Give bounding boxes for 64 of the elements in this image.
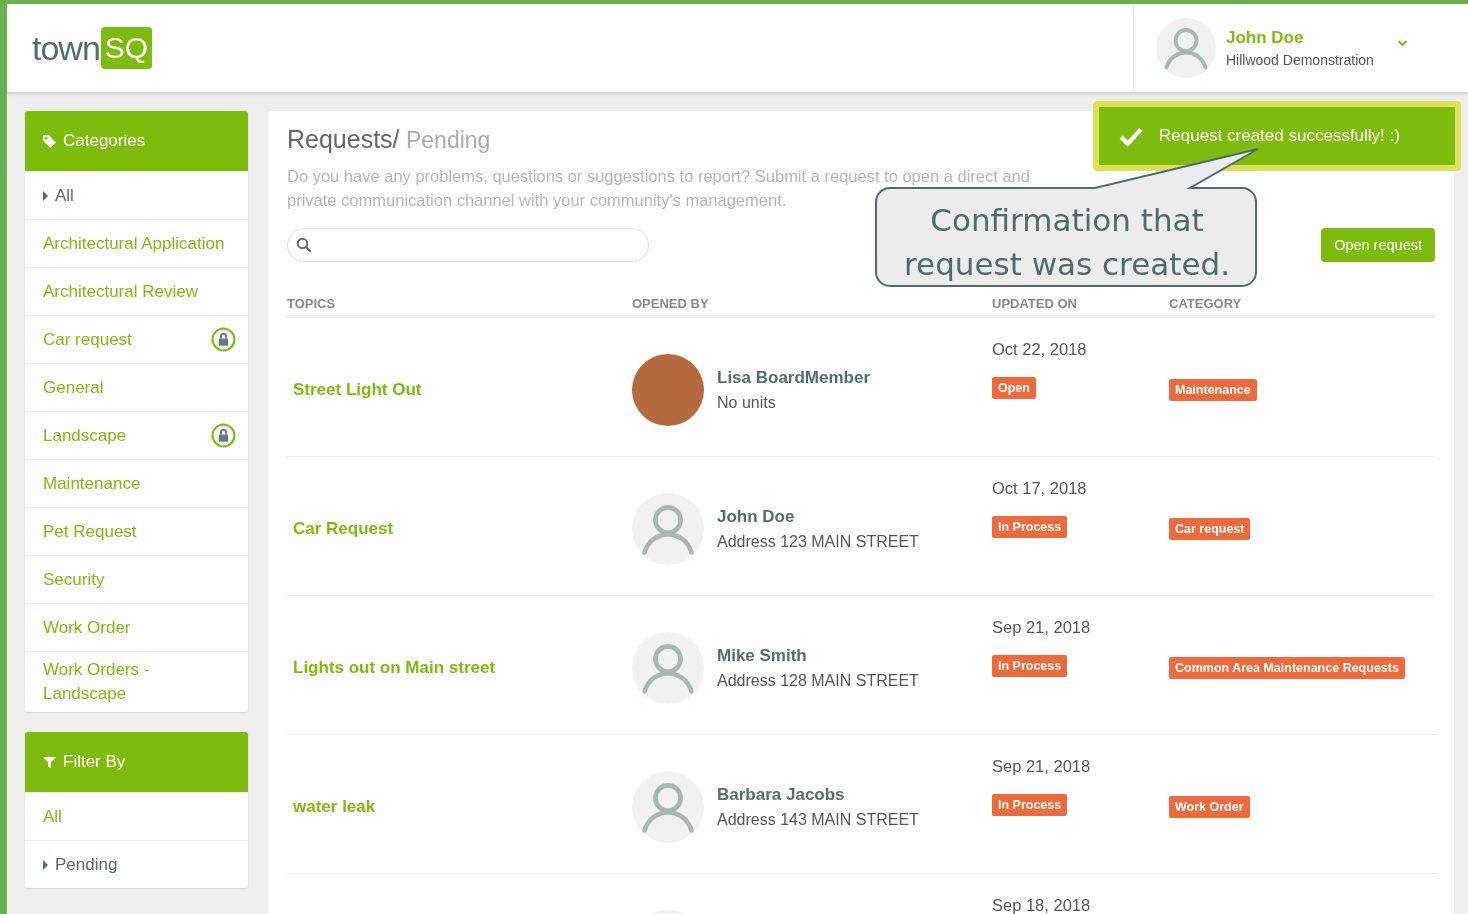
opener-name: Mike Smith xyxy=(717,646,808,666)
updated-date: Sep 21, 2018 xyxy=(992,618,1092,637)
column-header: UPDATED ON xyxy=(992,296,1078,311)
sidebar-item[interactable]: All xyxy=(25,171,248,219)
status-badge: In Process xyxy=(992,516,1068,538)
category-badge: Work Order xyxy=(1169,796,1250,818)
column-header: OPENED BY xyxy=(632,296,710,311)
opener-address: No units xyxy=(717,394,777,412)
user-avatar-icon xyxy=(1156,18,1216,78)
sidebar-item[interactable]: All xyxy=(25,792,248,840)
user-avatar-icon xyxy=(632,632,704,704)
opener-name: Lisa BoardMember xyxy=(717,368,871,388)
app-logo: town SQ xyxy=(32,27,153,69)
search-icon xyxy=(296,237,312,253)
category-badge: Car request xyxy=(1169,518,1251,540)
updated-date: Oct 22, 2018 xyxy=(992,340,1088,359)
opener-address: Address 143 MAIN STREET xyxy=(717,811,919,829)
status-badge: In Process xyxy=(992,794,1068,816)
sidebar-item[interactable]: Work Order xyxy=(25,603,248,651)
caret-icon xyxy=(43,190,48,201)
toast-message: Request created successfully! :) xyxy=(1159,126,1400,146)
chevron-down-icon xyxy=(1395,38,1409,48)
updated-date: Oct 17, 2018 xyxy=(992,479,1088,498)
topic-link[interactable]: Car Request xyxy=(287,519,394,538)
opener-name: John Doe xyxy=(717,507,796,527)
category-badge: Common Area Maintenance Requests xyxy=(1169,657,1405,679)
opener-name: Barbara Jacobs xyxy=(717,785,846,805)
tag-icon xyxy=(42,133,57,149)
user-name: John Doe xyxy=(1226,28,1305,48)
panel-title: Categories xyxy=(63,131,146,151)
sidebar-item[interactable]: Landscape xyxy=(25,411,248,459)
sidebar-item[interactable]: Car request xyxy=(25,315,248,363)
category-badge: Maintenance xyxy=(1169,379,1257,401)
user-avatar-icon xyxy=(632,493,704,565)
panel-title: Filter By xyxy=(63,752,126,772)
opener-address: Address 123 MAIN STREET xyxy=(717,533,919,551)
filter-icon xyxy=(42,754,57,770)
status-badge: Open xyxy=(992,377,1036,399)
opener-address: Address 128 MAIN STREET xyxy=(717,672,919,690)
topic-link[interactable]: water leak xyxy=(287,797,376,816)
sidebar-item[interactable]: Security xyxy=(25,555,248,603)
community-name: Hillwood Demonstration xyxy=(1226,52,1374,68)
open-request-button[interactable]: Open request xyxy=(1321,228,1435,262)
sidebar-item[interactable]: Architectural Review xyxy=(25,267,248,315)
page-title: Requests/ xyxy=(287,125,400,153)
search-field[interactable] xyxy=(287,228,649,262)
status-badge: In Process xyxy=(992,655,1068,677)
page-subtitle: Pending xyxy=(404,127,491,153)
column-header: CATEGORY xyxy=(1169,296,1243,311)
updated-date: Sep 18, 2018 xyxy=(992,896,1092,914)
sidebar-item[interactable]: Architectural Application xyxy=(25,219,248,267)
sidebar-item[interactable]: Pending xyxy=(25,840,248,888)
caret-icon xyxy=(43,859,48,870)
column-header: TOPICS xyxy=(287,296,337,311)
updated-date: Sep 21, 2018 xyxy=(992,757,1092,776)
user-menu[interactable]: John Doe Hillwood Demonstration xyxy=(1133,4,1468,92)
sidebar-item[interactable]: Work Orders - Landscape xyxy=(25,651,248,712)
user-avatar-icon xyxy=(632,771,704,843)
topic-link[interactable]: Street Light Out xyxy=(287,380,422,399)
topic-link[interactable]: Lights out on Main street xyxy=(287,658,496,677)
sidebar-item[interactable]: Pet Request xyxy=(25,507,248,555)
sidebar-item[interactable]: General xyxy=(25,363,248,411)
page-description: Do you have any problems, questions or suggestions to report? Submit a request to open a direct and private communication channel with your community's management. xyxy=(287,166,1030,209)
sidebar-item[interactable]: Maintenance xyxy=(25,459,248,507)
